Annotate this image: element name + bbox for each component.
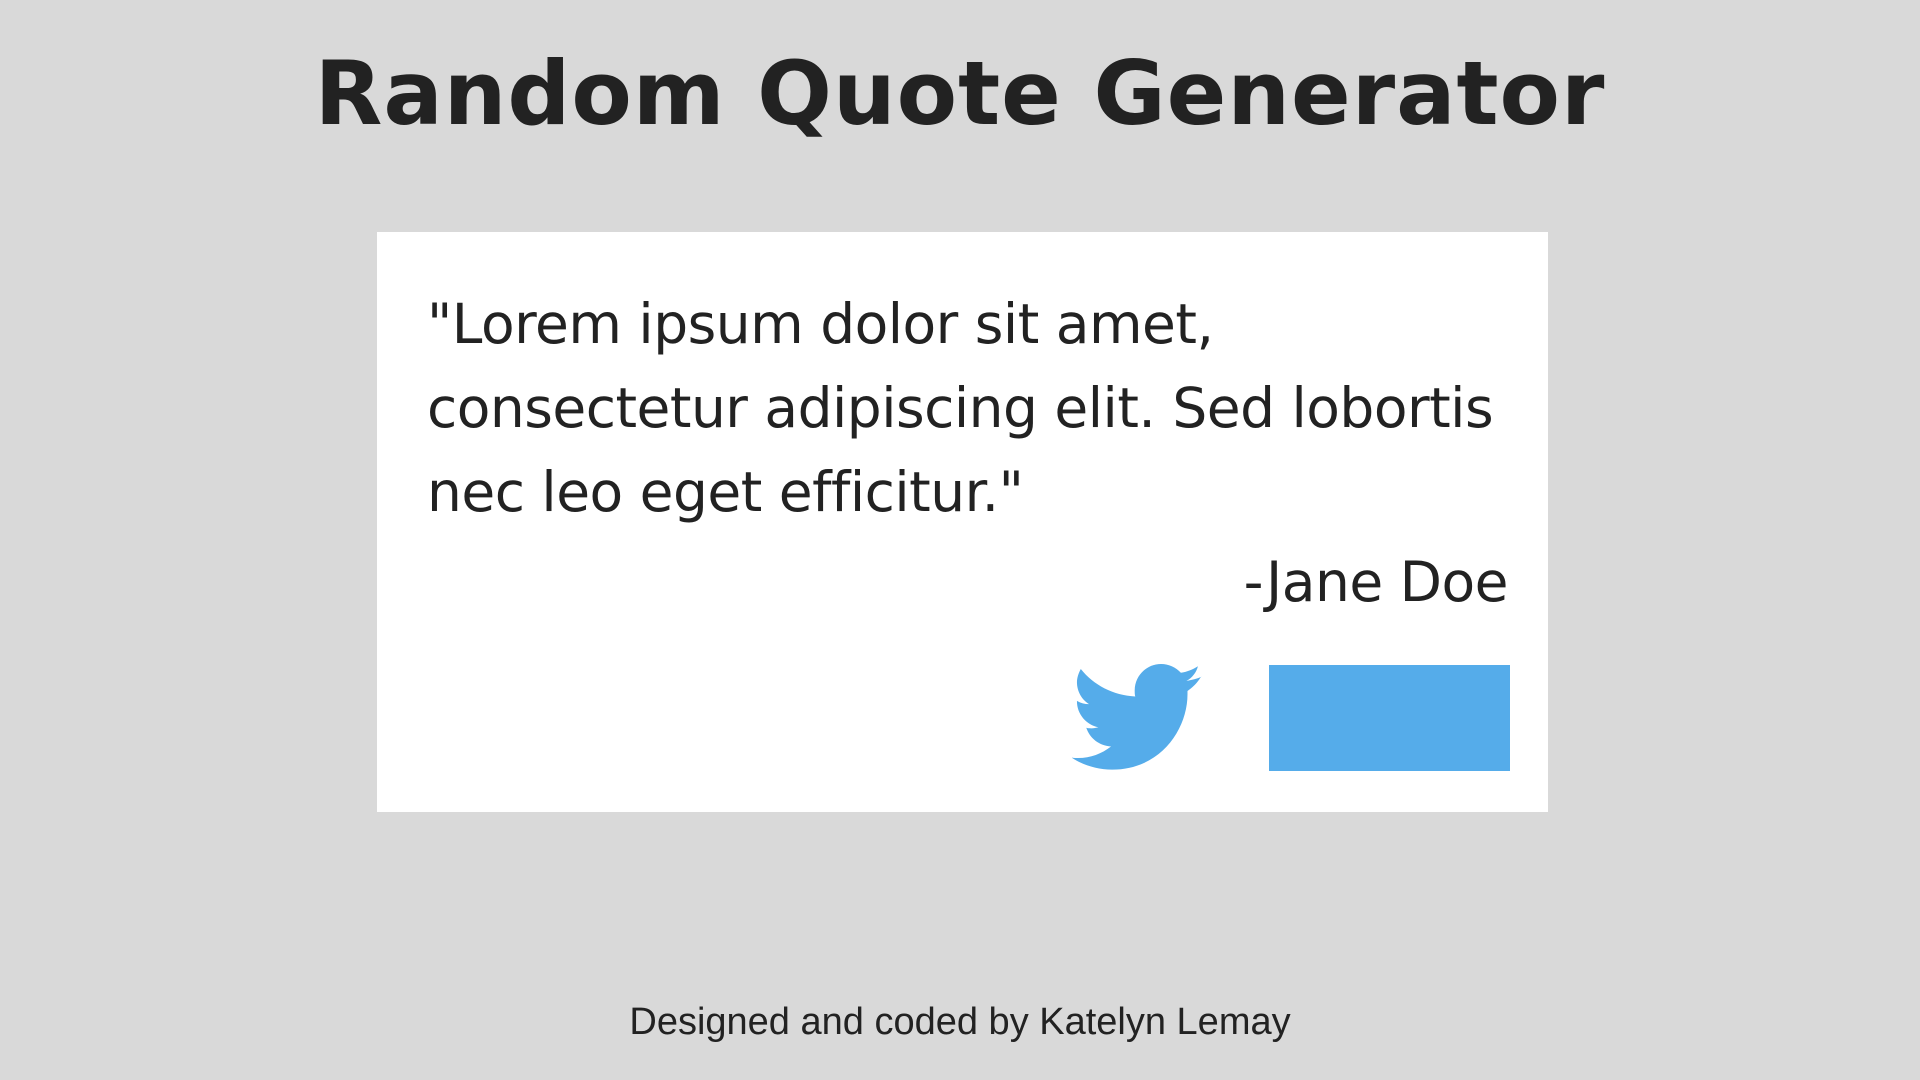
tweet-button[interactable] bbox=[1072, 664, 1204, 774]
page: Random Quote Generator "Lorem ipsum dolo… bbox=[0, 0, 1920, 1080]
new-quote-button[interactable] bbox=[1269, 665, 1510, 771]
footer-credit: Designed and coded by Katelyn Lemay bbox=[629, 1001, 1291, 1043]
quote-card: "Lorem ipsum dolor sit amet, consectetur… bbox=[377, 232, 1548, 812]
quote-author: -Jane Doe bbox=[1243, 550, 1509, 614]
page-title: Random Quote Generator bbox=[314, 42, 1606, 145]
quote-text: "Lorem ipsum dolor sit amet, consectetur… bbox=[427, 292, 1494, 524]
twitter-bird-icon bbox=[1072, 664, 1204, 774]
